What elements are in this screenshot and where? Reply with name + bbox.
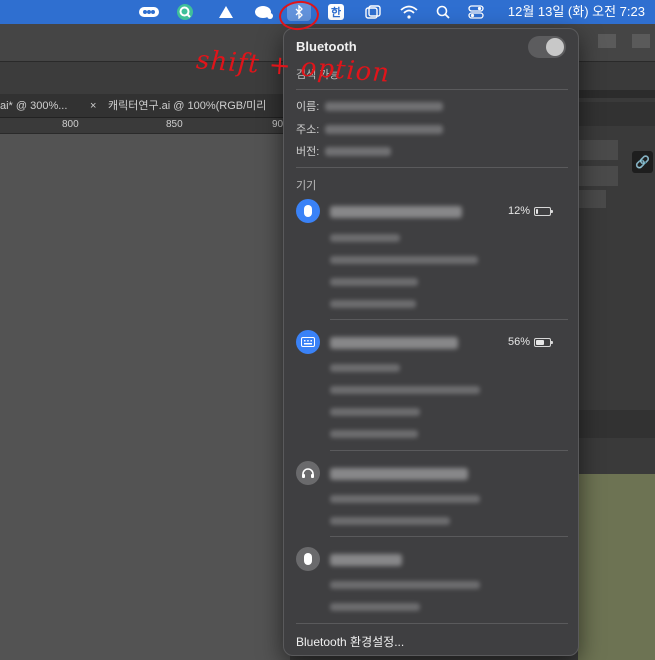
redacted-value: [325, 101, 444, 111]
toggle-knob: [546, 38, 564, 56]
device-detail-redacted: [330, 603, 420, 611]
triangle-icon[interactable]: [217, 3, 235, 21]
mouse-icon: [296, 547, 320, 571]
menu-extra-dots-icon[interactable]: [138, 3, 160, 21]
device-detail-redacted: [330, 386, 480, 394]
ruler-label: 850: [166, 119, 183, 130]
battery-indicator: 12%: [508, 205, 554, 217]
battery-icon: [534, 337, 554, 347]
separator: [330, 536, 568, 537]
artwork-preview: [578, 474, 655, 660]
battery-indicator: 56%: [508, 336, 554, 348]
device-detail-redacted: [330, 278, 418, 286]
bluetooth-title: Bluetooth: [296, 39, 357, 54]
device-detail-redacted: [330, 256, 478, 264]
device-detail-redacted: [330, 408, 420, 416]
separator: [330, 319, 568, 320]
bluetooth-preferences-item[interactable]: Bluetooth 환경설정...: [296, 633, 404, 650]
device-detail-redacted: [330, 517, 450, 525]
redacted-value: [325, 146, 392, 156]
separator: [296, 623, 568, 624]
battery-percent: 56%: [508, 336, 531, 348]
panel-field[interactable]: [578, 140, 618, 160]
devices-section-label: 기기: [296, 180, 317, 192]
separator: [296, 89, 568, 90]
messages-icon[interactable]: [254, 3, 274, 21]
info-name-label: 이름:: [296, 101, 320, 113]
info-address-row: 주소:: [296, 121, 444, 137]
device-name-redacted: [330, 206, 462, 218]
device-detail-redacted: [330, 495, 480, 503]
info-version-row: 버전:: [296, 143, 392, 159]
separator: [296, 167, 568, 168]
panel-divider: [578, 90, 655, 98]
device-detail-redacted: [330, 234, 400, 242]
device-name-redacted: [330, 337, 458, 349]
spotlight-icon[interactable]: [434, 3, 452, 21]
mouse-icon: [296, 199, 320, 223]
device-name-redacted: [330, 554, 402, 566]
info-address-label: 주소:: [296, 124, 320, 136]
device-detail-redacted: [330, 430, 418, 438]
bluetooth-menu: Bluetooth 검색 가능 이름: 주소: 버전: 기기 12% 56% B…: [283, 28, 579, 656]
battery-icon: [534, 206, 554, 216]
control-center-icon[interactable]: [466, 3, 486, 21]
headphones-icon: [296, 461, 320, 485]
artboard-canvas[interactable]: [0, 134, 290, 660]
wifi-icon[interactable]: [399, 3, 419, 21]
separator: [330, 450, 568, 451]
ruler-label: 90: [272, 119, 284, 130]
battery-percent: 12%: [508, 205, 531, 217]
info-version-label: 버전:: [296, 146, 320, 158]
ruler-label: 800: [62, 119, 79, 130]
horizontal-ruler: 800 850 90: [0, 118, 290, 134]
window-icon[interactable]: [363, 3, 383, 21]
menubar-clock[interactable]: 12월 13일 (화) 오전 7:23: [508, 3, 645, 21]
info-name-row: 이름:: [296, 98, 444, 114]
redacted-value: [325, 124, 444, 134]
keyboard-icon: [296, 330, 320, 354]
device-detail-redacted: [330, 364, 400, 372]
panel-field[interactable]: [578, 166, 618, 186]
tab-close-icon[interactable]: ×: [90, 94, 96, 118]
tab-document-2[interactable]: 캐릭터연구.ai @ 100%(RGB/미리: [108, 94, 266, 118]
menu-bar: 한 12월 13일 (화) 오전 7:23: [0, 0, 655, 24]
workspace-icon[interactable]: [598, 34, 616, 48]
device-detail-redacted: [330, 300, 416, 308]
device-detail-redacted: [330, 581, 480, 589]
device-name-redacted: [330, 468, 468, 480]
magnifier-q-icon[interactable]: [175, 3, 195, 21]
panel-icon[interactable]: [632, 34, 650, 48]
tab-document-1[interactable]: ai* @ 300%...: [0, 94, 67, 118]
panel-header: [578, 102, 655, 126]
panel-dropdown[interactable]: [578, 190, 606, 208]
panel-header: [578, 410, 655, 438]
link-icon[interactable]: 🔗: [632, 151, 653, 173]
bluetooth-toggle[interactable]: [528, 36, 566, 58]
input-source-icon[interactable]: 한: [328, 4, 344, 20]
